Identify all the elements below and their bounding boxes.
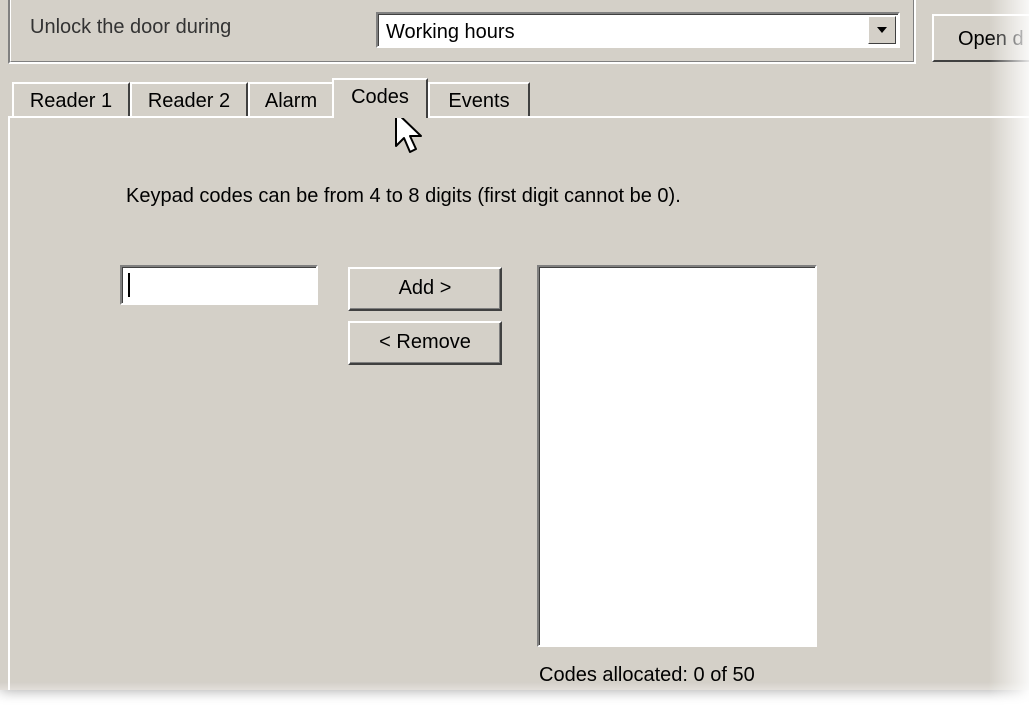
open-door-button-label: Open d <box>958 28 1024 50</box>
tab-reader-2-label: Reader 2 <box>147 90 231 112</box>
allocated-codes-list[interactable] <box>537 265 817 647</box>
tab-codes-label: Codes <box>351 86 409 108</box>
codes-allocated-status: Codes allocated: 0 of 50 <box>539 664 755 686</box>
chevron-down-icon <box>877 27 887 33</box>
tab-events[interactable]: Events <box>428 82 530 116</box>
unlock-door-label: Unlock the door during <box>30 16 232 38</box>
tab-reader-2[interactable]: Reader 2 <box>130 82 248 116</box>
tab-alarm[interactable]: Alarm <box>248 82 332 116</box>
tab-codes[interactable]: Codes <box>332 78 428 118</box>
open-door-button[interactable]: Open d <box>932 14 1029 62</box>
keypad-codes-hint: Keypad codes can be from 4 to 8 digits (… <box>126 185 681 207</box>
add-code-button[interactable]: Add > <box>348 267 502 311</box>
tab-reader-1[interactable]: Reader 1 <box>12 82 130 116</box>
remove-code-button-label: < Remove <box>379 331 471 353</box>
dropdown-arrow-button[interactable] <box>868 16 896 44</box>
door-settings-dialog: Unlock the door during Working hours Ope… <box>0 0 1029 690</box>
tab-alarm-label: Alarm <box>264 90 318 112</box>
text-caret <box>128 273 130 297</box>
remove-code-button[interactable]: < Remove <box>348 321 502 365</box>
tab-reader-1-label: Reader 1 <box>29 90 113 112</box>
tab-events-label: Events <box>448 90 510 112</box>
unlock-schedule-dropdown[interactable]: Working hours <box>376 12 900 48</box>
unlock-schedule-value: Working hours <box>386 21 515 43</box>
add-code-button-label: Add > <box>398 277 452 299</box>
keypad-code-input[interactable] <box>120 265 318 305</box>
